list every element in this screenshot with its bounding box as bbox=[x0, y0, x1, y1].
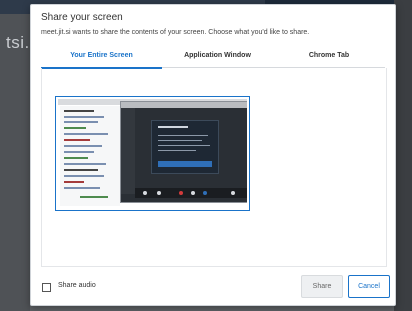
dialog-footer: Share audio Share Cancel bbox=[31, 267, 395, 305]
tab-content bbox=[41, 68, 387, 267]
screen-preview-thumbnail[interactable] bbox=[55, 96, 250, 211]
screen-preview-image bbox=[58, 99, 247, 208]
dialog-subtitle: meet.jit.si wants to share the contents … bbox=[41, 29, 310, 36]
cancel-button[interactable]: Cancel bbox=[348, 275, 390, 298]
share-button[interactable]: Share bbox=[301, 275, 343, 298]
preview-app-window bbox=[120, 101, 247, 203]
tab-entire-screen[interactable]: Your Entire Screen bbox=[41, 45, 162, 69]
share-screen-dialog: Share your screen meet.jit.si wants to s… bbox=[30, 4, 396, 306]
source-tabs: Your Entire Screen Application Window Ch… bbox=[41, 45, 385, 69]
dialog-title: Share your screen bbox=[41, 12, 123, 23]
share-audio-checkbox[interactable] bbox=[42, 283, 51, 292]
preview-page bbox=[60, 106, 120, 206]
backdrop-left-panel bbox=[0, 14, 30, 311]
tab-application-window[interactable]: Application Window bbox=[162, 45, 273, 67]
backdrop-right-panel bbox=[394, 0, 412, 311]
backdrop-app-logo: tsi. bbox=[6, 33, 30, 52]
tab-chrome-tab[interactable]: Chrome Tab bbox=[273, 45, 385, 67]
share-audio-label[interactable]: Share audio bbox=[58, 282, 96, 289]
